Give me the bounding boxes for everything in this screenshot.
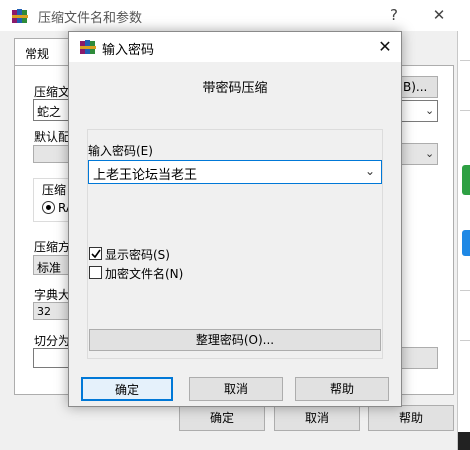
method-combo[interactable]: 标准 — [33, 255, 69, 275]
dialog-help-button[interactable]: 帮助 — [295, 377, 389, 401]
dict-combo[interactable]: 32 MB — [33, 302, 69, 320]
dialog-ok-button[interactable]: 确定 — [81, 377, 173, 401]
dialog-heading: 带密码压缩 — [202, 81, 268, 96]
browse-button[interactable]: B)... — [400, 76, 438, 98]
main-window-title: 压缩文件名和参数 — [38, 11, 143, 26]
winrar-books-icon — [80, 40, 96, 54]
archive-name-combo-right[interactable]: ⌄ — [400, 100, 438, 122]
main-close-button[interactable]: ✕ — [427, 6, 451, 24]
chevron-down-icon: ⌄ — [365, 164, 376, 178]
chevron-down-icon: ⌄ — [425, 104, 435, 117]
split-combo[interactable] — [33, 348, 69, 368]
password-dialog: 输入密码 ✕ 带密码压缩 输入密码(E) 上老王论坛当老王 ⌄ 显示密码(S) … — [68, 31, 402, 407]
dict-label: 字典大 — [34, 288, 71, 302]
update-mode-combo[interactable] — [400, 347, 438, 369]
green-app-icon — [462, 165, 470, 195]
strip-divider — [460, 290, 470, 291]
strip-divider — [460, 340, 470, 341]
dialog-title: 输入密码 — [102, 43, 155, 58]
tab-general[interactable]: 常规 — [14, 38, 70, 66]
main-help-footer-button[interactable]: 帮助 — [368, 405, 454, 431]
main-cancel-button[interactable]: 取消 — [274, 405, 360, 431]
format-label: 压缩 — [42, 181, 67, 198]
browse-label: B)... — [403, 80, 428, 94]
winrar-books-icon — [12, 9, 28, 23]
encrypt-names-label: 加密文件名(N) — [105, 267, 184, 281]
organize-passwords-button[interactable]: 整理密码(O)... — [89, 329, 381, 351]
blue-app-icon — [462, 230, 470, 256]
split-label: 切分为 — [34, 334, 71, 348]
password-input[interactable]: 上老王论坛当老王 ⌄ — [88, 160, 382, 184]
archive-name-combo-left[interactable]: 蛇之牛 — [33, 99, 69, 121]
show-password-label: 显示密码(S) — [105, 248, 170, 262]
profile-combo-right[interactable]: ⌄ — [400, 143, 438, 165]
chevron-down-icon: ⌄ — [425, 147, 435, 160]
dialog-close-button[interactable]: ✕ — [373, 37, 397, 56]
background-strip — [458, 0, 470, 450]
dialog-cancel-button[interactable]: 取消 — [189, 377, 283, 401]
profile-combo-left[interactable] — [33, 145, 69, 163]
encrypt-names-checkbox[interactable] — [89, 266, 102, 279]
show-password-checkbox[interactable] — [89, 247, 102, 260]
main-help-button[interactable]: ? — [382, 6, 406, 24]
main-ok-button[interactable]: 确定 — [179, 405, 265, 431]
method-value: 标准 — [37, 261, 62, 275]
method-label: 压缩方 — [34, 240, 71, 254]
radio-dot — [46, 205, 51, 210]
default-profile-label: 默认配 — [34, 130, 71, 144]
strip-divider — [460, 60, 470, 61]
checkmark-icon — [91, 249, 101, 259]
strip-divider — [460, 110, 470, 111]
main-titlebar: 压缩文件名和参数 ? ✕ — [0, 0, 458, 31]
password-value: 上老王论坛当老王 — [93, 168, 198, 183]
radio-rar[interactable] — [42, 201, 55, 214]
tab-general-label: 常规 — [25, 47, 50, 61]
archive-name-value: 蛇之牛 — [37, 105, 62, 119]
dict-value: 32 MB — [37, 305, 54, 319]
taskbar-corner — [458, 432, 470, 450]
dialog-titlebar: 输入密码 ✕ — [69, 32, 401, 62]
password-label: 输入密码(E) — [88, 144, 153, 158]
archive-name-label: 压缩文 — [34, 85, 71, 99]
